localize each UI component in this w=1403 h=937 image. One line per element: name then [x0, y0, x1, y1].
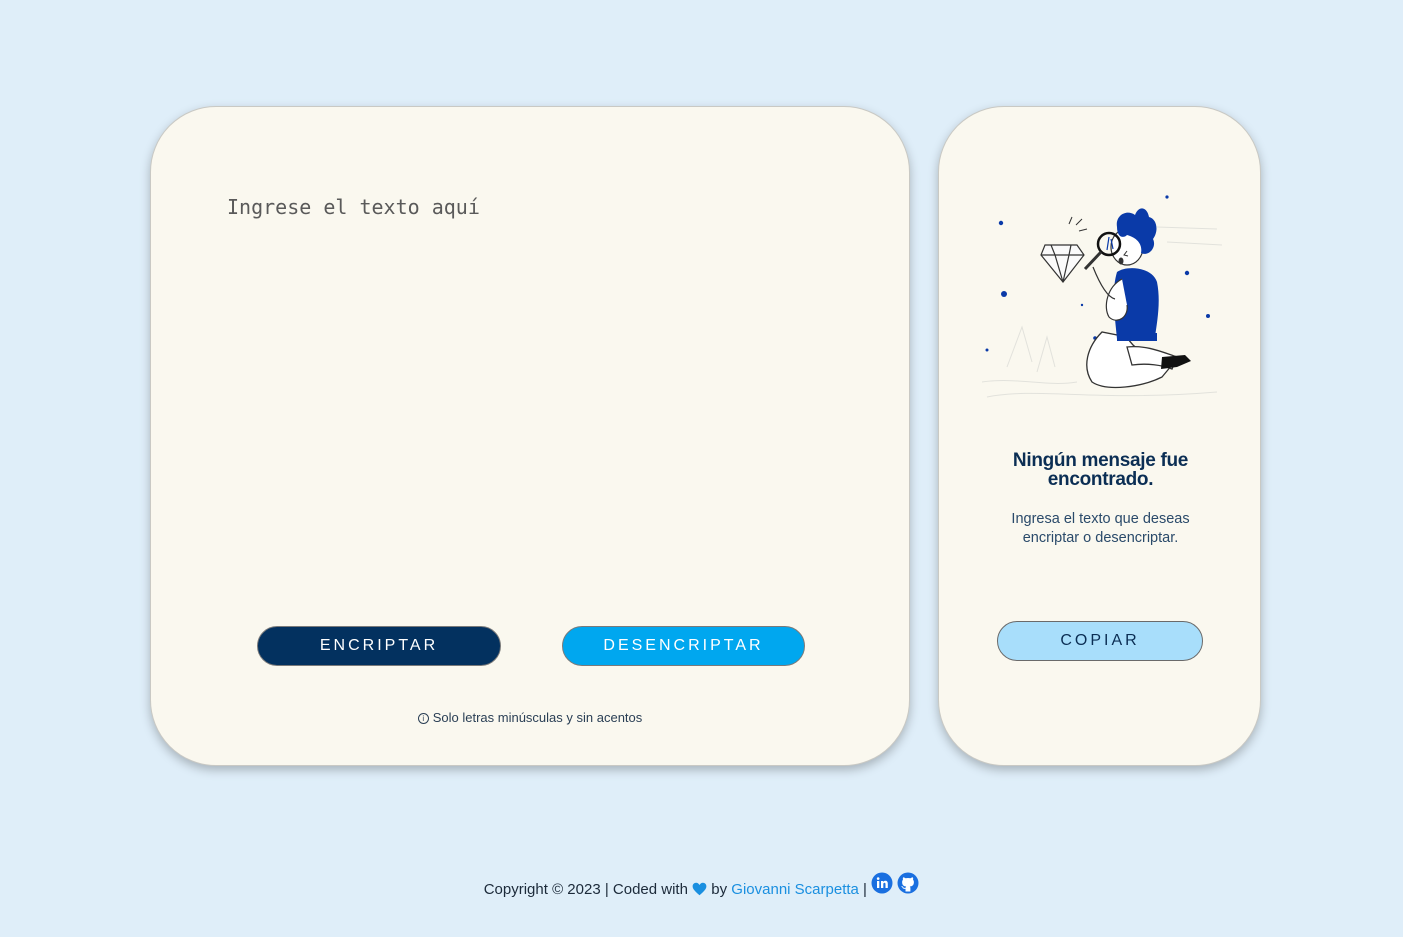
- encrypt-button[interactable]: ENCRIPTAR: [257, 626, 501, 666]
- heart-icon: [692, 882, 707, 896]
- search-illustration: [981, 195, 1223, 398]
- input-card: ENCRIPTAR DESENCRIPTAR iSolo letras minú…: [150, 106, 910, 766]
- decrypt-button[interactable]: DESENCRIPTAR: [562, 626, 805, 666]
- empty-message-description: Ingresa el texto que deseas encriptar o …: [1011, 511, 1190, 546]
- footer-separator: |: [863, 881, 867, 898]
- footer-by: by: [711, 881, 728, 898]
- info-icon: i: [417, 713, 429, 724]
- copy-button[interactable]: COPIAR: [997, 621, 1203, 661]
- footer: Copyright © 2023 | Coded with by Giovann…: [0, 872, 1403, 898]
- output-card: Ningún mensaje fue encontrado. Ingresa e…: [938, 106, 1261, 766]
- github-icon[interactable]: [897, 872, 919, 894]
- empty-message-title: Ningún mensaje fue encontrado.: [1012, 450, 1189, 490]
- hint-text: i Solo letras minúsculas y sin acentos: [151, 710, 909, 725]
- author-link[interactable]: Giovanni Scarpetta: [731, 881, 859, 898]
- page: ENCRIPTAR DESENCRIPTAR iSolo letras minú…: [0, 0, 1403, 937]
- hint-label: Solo letras minúsculas y sin acentos: [432, 710, 643, 725]
- text-input[interactable]: [227, 195, 827, 575]
- footer-copyright: Copyright © 2023 | Coded with: [483, 881, 688, 898]
- linkedin-icon[interactable]: [871, 872, 893, 894]
